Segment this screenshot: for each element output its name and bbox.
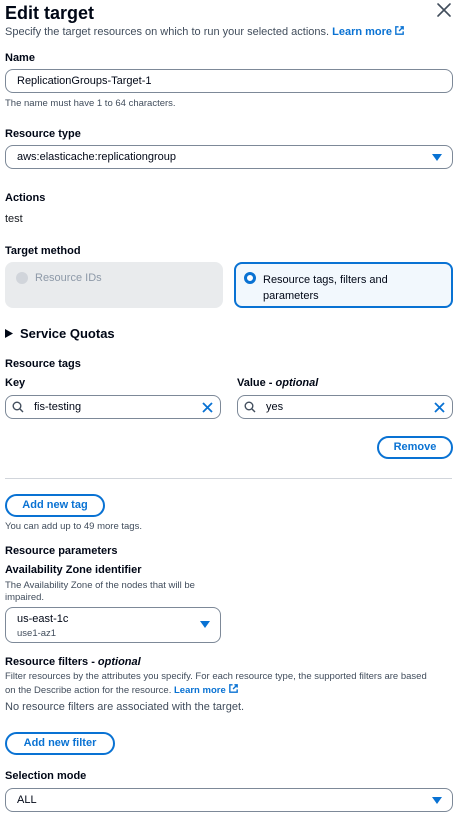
filters-help-line2: on the Describe action for the resource.…: [5, 683, 427, 697]
resource-filters-optional: optional: [97, 656, 141, 668]
tag-value-value: yes: [266, 401, 284, 413]
resource-parameters-label: Resource parameters: [5, 545, 118, 557]
learn-more-link[interactable]: Learn more: [332, 26, 405, 38]
resource-type-select[interactable]: aws:elasticache:replicationgroup: [5, 145, 453, 169]
caret-down-icon: [200, 621, 210, 628]
name-input[interactable]: ReplicationGroups-Target-1: [5, 69, 453, 93]
resource-filters-label: Resource filters - optional: [5, 656, 141, 668]
az-help-line2: impaired.: [5, 592, 45, 603]
divider: [5, 478, 452, 479]
az-sub: use1-az1: [17, 628, 57, 639]
option-resource-ids-label: Resource IDs: [35, 272, 102, 284]
filters-help-line2-text: on the Describe action for the resource.: [5, 685, 172, 696]
tag-value-input[interactable]: yes: [237, 395, 453, 419]
learn-more-label: Learn more: [332, 26, 393, 38]
az-help-line1: The Availability Zone of the nodes that …: [5, 580, 195, 591]
tag-key-input[interactable]: fis-testing: [5, 395, 221, 419]
tag-value-label-text: Value -: [237, 377, 276, 389]
external-link-icon: [228, 684, 238, 693]
no-filters-message: No resource filters are associated with …: [5, 701, 245, 713]
service-quotas-label: Service Quotas: [20, 326, 115, 341]
az-identifier-label: Availability Zone identifier: [5, 564, 142, 576]
subtitle-text: Specify the target resources on which to…: [5, 26, 330, 38]
radio-selected[interactable]: [244, 272, 256, 284]
option-tags-label: Resource tags, filters and parameters: [263, 272, 388, 304]
caret-down-icon: [432, 154, 442, 161]
az-help: The Availability Zone of the nodes that …: [5, 580, 195, 604]
clear-icon[interactable]: [433, 401, 446, 414]
add-new-filter-button[interactable]: Add new filter: [5, 732, 115, 755]
service-quotas-expander[interactable]: Service Quotas: [5, 326, 115, 341]
tag-value-label: Value - optional: [237, 377, 318, 389]
name-help: The name must have 1 to 64 characters.: [5, 98, 176, 109]
page-subtitle: Specify the target resources on which to…: [5, 25, 405, 38]
resource-filters-help: Filter resources by the attributes you s…: [5, 671, 427, 697]
caret-right-icon: [5, 329, 13, 338]
selection-mode-label: Selection mode: [5, 770, 87, 782]
option-tags-line2: parameters: [263, 290, 319, 302]
filters-learn-more-label: Learn more: [173, 685, 226, 696]
target-method-option-resource-ids: [5, 262, 223, 308]
tag-limit-help: You can add up to 49 more tags.: [5, 521, 142, 532]
filters-help-line1: Filter resources by the attributes you s…: [5, 671, 427, 682]
page-title: Edit target: [5, 3, 95, 23]
clear-icon[interactable]: [201, 401, 214, 414]
tag-key-label: Key: [5, 377, 26, 389]
tag-value-optional: optional: [275, 377, 319, 389]
search-icon: [244, 401, 256, 413]
az-select[interactable]: us-east-1c use1-az1: [5, 607, 221, 643]
tag-key-value: fis-testing: [34, 401, 82, 413]
selection-mode-value: ALL: [17, 794, 37, 806]
target-method-label: Target method: [5, 245, 81, 257]
resource-type-value: aws:elasticache:replicationgroup: [17, 151, 176, 163]
selection-mode-select[interactable]: ALL: [5, 788, 453, 812]
radio-disabled: [16, 272, 28, 284]
filters-learn-more-link[interactable]: Learn more: [173, 684, 239, 696]
search-icon: [12, 401, 24, 413]
caret-down-icon: [432, 797, 442, 804]
add-new-tag-button[interactable]: Add new tag: [5, 494, 105, 517]
actions-value: test: [5, 213, 23, 225]
resource-filters-label-text: Resource filters -: [5, 656, 98, 668]
option-tags-line1: Resource tags, filters and: [263, 274, 388, 286]
resource-type-label: Resource type: [5, 128, 81, 140]
close-icon[interactable]: [434, 0, 454, 20]
resource-tags-label: Resource tags: [5, 358, 81, 370]
name-label: Name: [5, 52, 35, 64]
remove-tag-button[interactable]: Remove: [377, 436, 453, 459]
external-link-icon: [395, 26, 404, 35]
az-value: us-east-1c: [17, 613, 69, 625]
actions-label: Actions: [5, 192, 46, 204]
